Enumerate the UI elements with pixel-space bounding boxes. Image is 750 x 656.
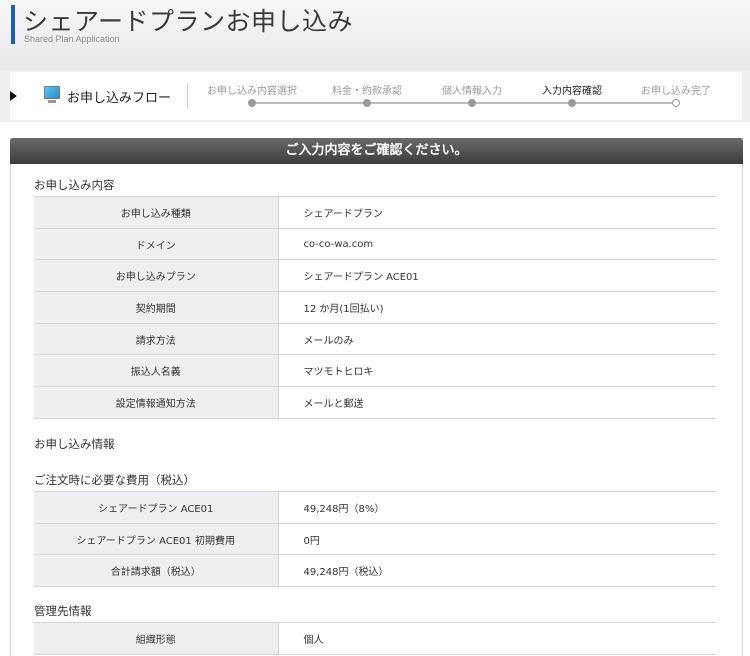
row-value: メールのみ — [278, 323, 716, 356]
step-label-terms: 料金・約款承認 — [332, 86, 402, 97]
page-header: シェアードプランお申し込み Shared Plan Application — [0, 0, 750, 70]
row-label: シェアードプラン ACE01 初期費用 — [34, 523, 279, 556]
row-value: 個人 — [278, 622, 716, 655]
monitor-icon — [44, 86, 60, 99]
row-value: シェアードプラン ACE01 — [278, 259, 716, 293]
row-value: co-co-wa.com — [278, 228, 716, 261]
row-label: 振込人名義 — [34, 354, 279, 388]
step-dot-complete — [672, 99, 680, 107]
row-label: お申し込み種類 — [34, 196, 279, 229]
section-title-application-info: お申し込み情報 — [34, 437, 115, 451]
step-label-complete: お申し込み完了 — [641, 86, 711, 97]
play-arrow-icon — [10, 91, 17, 101]
flow-label: お申し込みフロー — [67, 91, 172, 106]
table-row: 契約期間 12 か月(1回払い) — [34, 291, 716, 324]
row-value: 12 か月(1回払い) — [278, 291, 716, 324]
application-details-table: お申し込み種類 シェアードプラン ドメイン co-co-wa.com お申し込み… — [34, 196, 716, 419]
step-dot-terms — [363, 99, 371, 107]
table-row: お申し込み種類 シェアードプラン — [34, 196, 716, 229]
table-row: 組織形態 個人 — [34, 622, 716, 655]
step-dot-select — [248, 99, 256, 107]
row-label: お申し込みプラン — [34, 259, 279, 293]
row-label: 請求方法 — [34, 323, 279, 356]
row-value: 49,248円（8%） — [278, 491, 716, 524]
row-value: マツモトヒロキ — [278, 354, 716, 388]
row-label: 組織形態 — [34, 622, 279, 655]
panel-header: ご入力内容をご確認ください。 — [10, 138, 743, 164]
management-table: 組織形態 個人 — [34, 622, 716, 655]
steps-progress-line — [252, 102, 676, 104]
table-row: シェアードプラン ACE01 初期費用 0円 — [34, 523, 716, 556]
monitor-stand-icon — [48, 100, 56, 103]
row-label: 契約期間 — [34, 291, 279, 324]
table-row: 請求方法 メールのみ — [34, 323, 716, 356]
row-value: 49,248円（税込） — [278, 554, 716, 588]
page-subtitle: Shared Plan Application — [24, 34, 120, 44]
section-title-fees: ご注文時に必要な費用（税込） — [34, 473, 195, 487]
flow-divider — [187, 83, 188, 109]
row-value: 0円 — [278, 523, 716, 556]
section-title-management: 管理先情報 — [34, 604, 92, 618]
step-dot-personal — [468, 99, 476, 107]
table-row: 合計請求額（税込） 49,248円（税込） — [34, 554, 716, 588]
section-title-application-details: お申し込み内容 — [34, 178, 115, 192]
row-label: ドメイン — [34, 228, 279, 261]
table-row: 設定情報通知方法 メールと郵送 — [34, 386, 716, 419]
step-dot-confirm — [568, 99, 576, 107]
step-label-confirm: 入力内容確認 — [542, 86, 602, 97]
table-row: 振込人名義 マツモトヒロキ — [34, 354, 716, 388]
step-label-personal: 個人情報入力 — [442, 86, 502, 97]
row-value: シェアードプラン — [278, 196, 716, 229]
table-row: ドメイン co-co-wa.com — [34, 228, 716, 261]
header-accent-bar — [11, 5, 15, 44]
page-title: シェアードプランお申し込み — [23, 7, 354, 36]
table-row: お申し込みプラン シェアードプラン ACE01 — [34, 259, 716, 293]
fees-table: シェアードプラン ACE01 49,248円（8%） シェアードプラン ACE0… — [34, 491, 716, 588]
table-row: シェアードプラン ACE01 49,248円（8%） — [34, 491, 716, 524]
step-label-select: お申し込み内容選択 — [207, 86, 297, 97]
row-label: 合計請求額（税込） — [34, 554, 279, 588]
row-label: シェアードプラン ACE01 — [34, 491, 279, 524]
row-value: メールと郵送 — [278, 386, 716, 419]
row-label: 設定情報通知方法 — [34, 386, 279, 419]
